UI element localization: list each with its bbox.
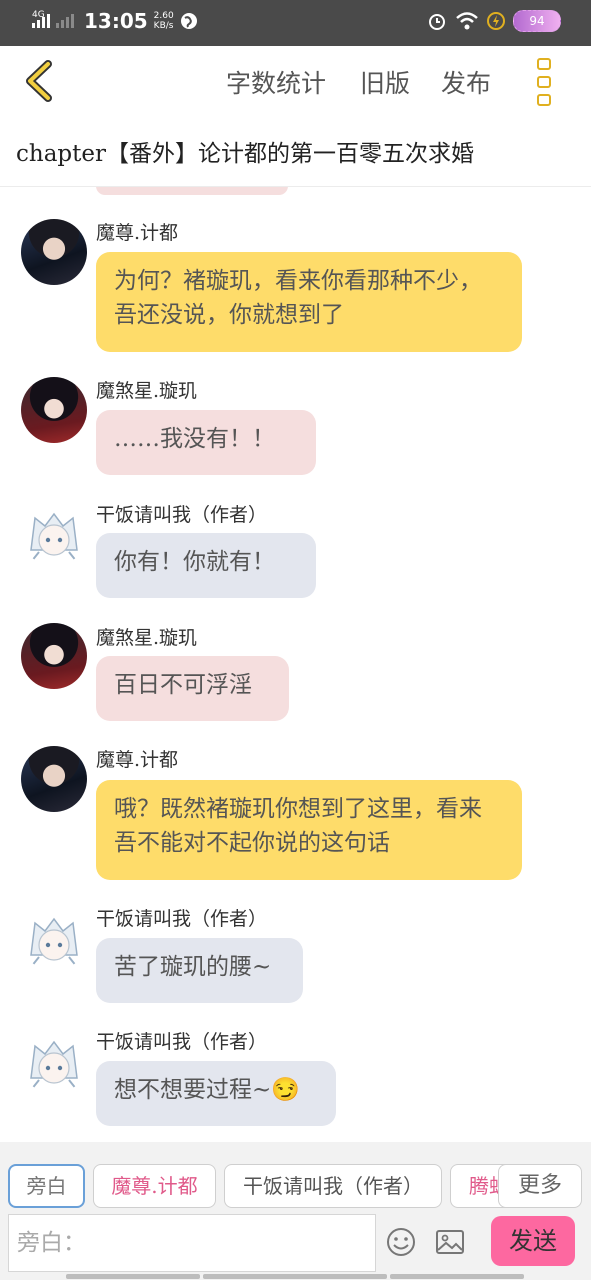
message-bubble[interactable]: 哦？既然褚璇玑你想到了这里，看来吾不能对不起你说的这句话: [96, 780, 522, 880]
more-roles-button[interactable]: 更多: [498, 1164, 582, 1208]
clock: 13:05: [84, 9, 148, 33]
chat-list[interactable]: 魔尊.计都 为何？褚璇玑，看来你看那种不少，吾还没说，你就想到了 魔煞星.璇玑 …: [0, 187, 591, 1142]
chibi-avatar-icon: [30, 512, 78, 563]
speaker-name: 干饭请叫我（作者）: [96, 504, 268, 526]
role-selector: 旁白 魔尊.计都 干饭请叫我（作者） 腾蛇 更多: [0, 1164, 591, 1210]
role-tab-jidu[interactable]: 魔尊.计都: [93, 1164, 216, 1208]
send-button[interactable]: 发送: [491, 1216, 575, 1266]
nav-indicator: [390, 1274, 524, 1279]
partial-message-bubble: [96, 187, 288, 195]
message-bubble[interactable]: 百日不可浮淫: [96, 656, 289, 721]
nav-indicator: [66, 1274, 200, 1279]
charging-icon: [487, 12, 505, 30]
back-button[interactable]: [20, 58, 60, 104]
avatar-jidu[interactable]: [21, 219, 87, 285]
wifi-icon: [456, 12, 478, 30]
alarm-icon: [429, 14, 445, 30]
status-bar: 4G 13:05 2.60 KB/s 94: [0, 0, 591, 46]
emoji-icon[interactable]: [385, 1226, 417, 1258]
message-bubble[interactable]: 你有！你就有！: [96, 533, 316, 598]
speaker-name: 魔煞星.璇玑: [96, 380, 198, 402]
avatar-author[interactable]: [21, 905, 87, 971]
more-menu-icon[interactable]: [534, 58, 554, 106]
publish-link[interactable]: 发布: [441, 64, 491, 100]
avatar-jidu[interactable]: [21, 746, 87, 812]
message-bubble[interactable]: 为何？褚璇玑，看来你看那种不少，吾还没说，你就想到了: [96, 252, 522, 352]
message-bubble[interactable]: 苦了璇玑的腰~: [96, 938, 303, 1003]
avatar-author[interactable]: [21, 1028, 87, 1094]
globe-icon: [180, 13, 197, 29]
status-left: 4G 13:05 2.60 KB/s: [32, 9, 198, 33]
chevron-left-icon: [26, 60, 52, 102]
network-label: 4G: [32, 10, 45, 20]
old-version-link[interactable]: 旧版: [360, 64, 410, 100]
status-right: 94: [427, 10, 561, 32]
chibi-avatar-icon: [30, 917, 78, 968]
message-bubble[interactable]: 想不想要过程~😏: [96, 1061, 336, 1126]
speaker-name: 魔尊.计都: [96, 749, 179, 771]
word-count-link[interactable]: 字数统计: [226, 64, 326, 100]
speaker-name: 魔尊.计都: [96, 222, 179, 244]
signal-2-icon: [56, 14, 74, 28]
avatar-xuanji[interactable]: [21, 377, 87, 443]
chibi-avatar-icon: [30, 1040, 78, 1091]
role-tab-author[interactable]: 干饭请叫我（作者）: [224, 1164, 442, 1208]
speaker-name: 魔煞星.璇玑: [96, 627, 198, 649]
chapter-title: chapter【番外】论计都的第一百零五次求婚: [16, 141, 474, 167]
image-icon[interactable]: [434, 1226, 466, 1258]
avatar-xuanji[interactable]: [21, 623, 87, 689]
nav-indicator: [203, 1274, 387, 1279]
message-bubble[interactable]: ……我没有！！: [96, 410, 316, 475]
speaker-name: 干饭请叫我（作者）: [96, 1031, 268, 1053]
message-input[interactable]: [8, 1214, 376, 1272]
battery-icon: 94: [513, 10, 561, 32]
network-speed: 2.60 KB/s: [153, 11, 174, 31]
avatar-author[interactable]: [21, 500, 87, 566]
speaker-name: 干饭请叫我（作者）: [96, 908, 268, 930]
composer-bar: 旁白 魔尊.计都 干饭请叫我（作者） 腾蛇 更多 发送: [0, 1142, 591, 1280]
role-tab-narrator[interactable]: 旁白: [8, 1164, 85, 1208]
editor-header: 字数统计 旧版 发布: [0, 46, 591, 116]
